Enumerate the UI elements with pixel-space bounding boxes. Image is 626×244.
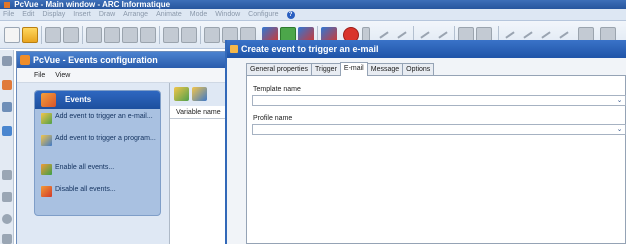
task-item-label: Disable all events... xyxy=(55,186,116,193)
toolbar-separator xyxy=(82,26,83,44)
save-all-icon[interactable] xyxy=(63,27,79,43)
enable-events-icon xyxy=(41,164,52,175)
menu-file[interactable]: File xyxy=(3,11,14,18)
events-task-header-label: Events xyxy=(65,95,92,104)
menu-draw[interactable]: Draw xyxy=(99,11,115,18)
program-event-icon xyxy=(41,135,52,146)
shape-tool-icon[interactable] xyxy=(2,126,12,136)
menu-animate[interactable]: Animate xyxy=(156,11,182,18)
task-item-label: Add event to trigger a program... xyxy=(55,135,156,142)
undo-icon[interactable] xyxy=(163,27,179,43)
mail-event-icon xyxy=(41,113,52,124)
polygon-tool-icon[interactable] xyxy=(2,234,12,244)
variable-name-column-label: Variable name xyxy=(176,109,221,116)
square-tool-icon[interactable] xyxy=(2,192,12,202)
profile-name-label: Profile name xyxy=(253,115,293,122)
rectangle-tool-icon[interactable] xyxy=(2,170,12,180)
select-tool-icon[interactable] xyxy=(2,56,12,66)
menu-edit[interactable]: Edit xyxy=(22,11,34,18)
cut-icon[interactable] xyxy=(104,27,120,43)
dialog-title-bar: Create event to trigger an e-mail xyxy=(227,40,626,58)
delete-icon[interactable] xyxy=(86,27,102,43)
ellipse-tool-icon[interactable] xyxy=(2,214,12,224)
drawing-tools-strip xyxy=(0,50,14,244)
disable-events-icon xyxy=(41,186,52,197)
toolbar-separator xyxy=(200,26,201,44)
task-enable-all-events[interactable]: Enable all events... xyxy=(41,164,156,175)
create-email-event-dialog: Create event to trigger an e-mail Genera… xyxy=(225,40,626,244)
profile-name-select[interactable]: ⌄ xyxy=(252,124,626,135)
mail-icon xyxy=(230,45,238,53)
events-window-icon xyxy=(20,55,30,65)
open-folder-icon[interactable] xyxy=(22,27,38,43)
menu-display[interactable]: Display xyxy=(42,11,65,18)
task-item-label: Enable all events... xyxy=(55,164,115,171)
events-task-panel: Events Add event to trigger an e-mail...… xyxy=(34,90,161,216)
pen-tool-icon[interactable] xyxy=(2,80,12,90)
save-icon[interactable] xyxy=(45,27,61,43)
tab-email[interactable]: E-mail xyxy=(339,62,368,76)
template-name-select[interactable]: ⌄ xyxy=(252,95,626,106)
toolbar-separator xyxy=(41,26,42,44)
pcvue-app-icon xyxy=(4,1,10,8)
task-add-email-event[interactable]: Add event to trigger an e-mail... xyxy=(41,113,156,124)
events-icon xyxy=(41,93,56,107)
task-add-program-event[interactable]: Add event to trigger a program... xyxy=(41,135,156,146)
menu-configure[interactable]: Configure xyxy=(248,11,278,18)
help-icon[interactable]: ? xyxy=(286,10,295,19)
menu-insert[interactable]: Insert xyxy=(73,11,91,18)
main-window-title: PcVue - Main window - ARC Informatique xyxy=(14,0,171,9)
text-tool-icon[interactable] xyxy=(2,102,12,112)
events-menu-file[interactable]: File xyxy=(34,72,45,79)
new-document-icon[interactable] xyxy=(4,27,20,43)
dialog-title: Create event to trigger an e-mail xyxy=(241,44,379,54)
main-menu-bar: File Edit Display Insert Draw Arrange An… xyxy=(0,9,626,21)
menu-window[interactable]: Window xyxy=(215,11,240,18)
events-task-header: Events xyxy=(35,91,160,109)
menu-mode[interactable]: Mode xyxy=(190,11,208,18)
email-tab-page: Template name ⌄ Profile name ⌄ xyxy=(246,75,626,244)
task-disable-all-events[interactable]: Disable all events... xyxy=(41,186,156,197)
dialog-tabs: General properties Trigger E-mail Messag… xyxy=(246,62,435,76)
menu-arrange[interactable]: Arrange xyxy=(123,11,148,18)
add-mail-event-icon[interactable] xyxy=(174,87,189,101)
events-window-title: PcVue - Events configuration xyxy=(33,55,158,65)
chevron-down-icon[interactable]: ⌄ xyxy=(615,96,624,105)
scissors-icon[interactable] xyxy=(204,27,220,43)
template-name-label: Template name xyxy=(253,86,301,93)
paste-icon[interactable] xyxy=(140,27,156,43)
chevron-down-icon[interactable]: ⌄ xyxy=(615,125,624,134)
events-menu-view[interactable]: View xyxy=(55,72,70,79)
main-window-title-bar: PcVue - Main window - ARC Informatique xyxy=(0,0,626,9)
add-program-event-icon[interactable] xyxy=(192,87,207,101)
copy-icon[interactable] xyxy=(122,27,138,43)
task-item-label: Add event to trigger an e-mail... xyxy=(55,113,153,120)
toolbar-separator xyxy=(159,26,160,44)
redo-icon[interactable] xyxy=(181,27,197,43)
